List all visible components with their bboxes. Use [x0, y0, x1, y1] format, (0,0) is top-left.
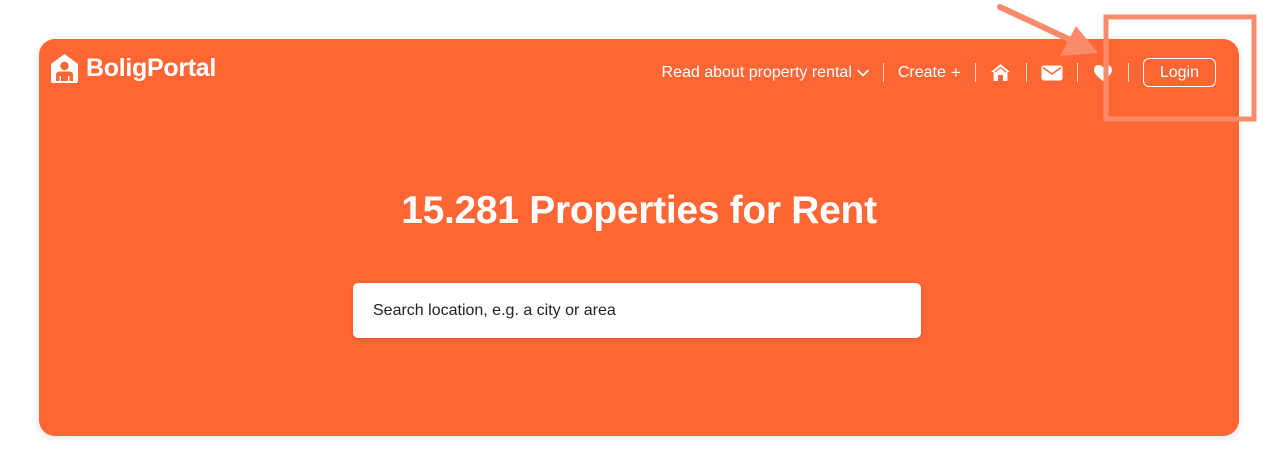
nav-divider — [882, 63, 884, 82]
nav-divider — [1025, 63, 1027, 82]
nav-divider — [974, 63, 976, 82]
nav-create-label: Create — [897, 63, 946, 81]
heart-icon — [1093, 64, 1112, 81]
nav-my-properties[interactable] — [990, 62, 1012, 84]
page: BoligPortal Read about property rental C… — [0, 0, 1278, 475]
search-input[interactable] — [353, 283, 921, 338]
annotation-arrow-shaft — [997, 4, 1078, 45]
nav-messages[interactable] — [1041, 62, 1063, 84]
brand-name: BoligPortal — [86, 54, 217, 82]
login-button[interactable]: Login — [1142, 58, 1216, 87]
hero-banner: BoligPortal Read about property rental C… — [39, 39, 1239, 436]
chevron-down-icon — [857, 69, 869, 76]
brand-logo-link[interactable]: BoligPortal — [50, 53, 216, 84]
nav-favorites[interactable] — [1092, 62, 1114, 84]
home-icon — [991, 64, 1011, 81]
nav-divider — [1076, 63, 1078, 82]
mail-icon — [1041, 65, 1063, 80]
plus-icon: + — [950, 62, 961, 82]
nav-create[interactable]: Create + — [898, 63, 961, 83]
top-navigation: Read about property rental Create + Logi… — [662, 58, 1216, 87]
page-title: 15.281 Properties for Rent — [401, 189, 877, 232]
nav-read-about-label: Read about property rental — [661, 63, 852, 81]
nav-divider — [1127, 63, 1129, 82]
house-person-icon — [51, 54, 78, 83]
nav-read-about[interactable]: Read about property rental — [662, 64, 869, 82]
